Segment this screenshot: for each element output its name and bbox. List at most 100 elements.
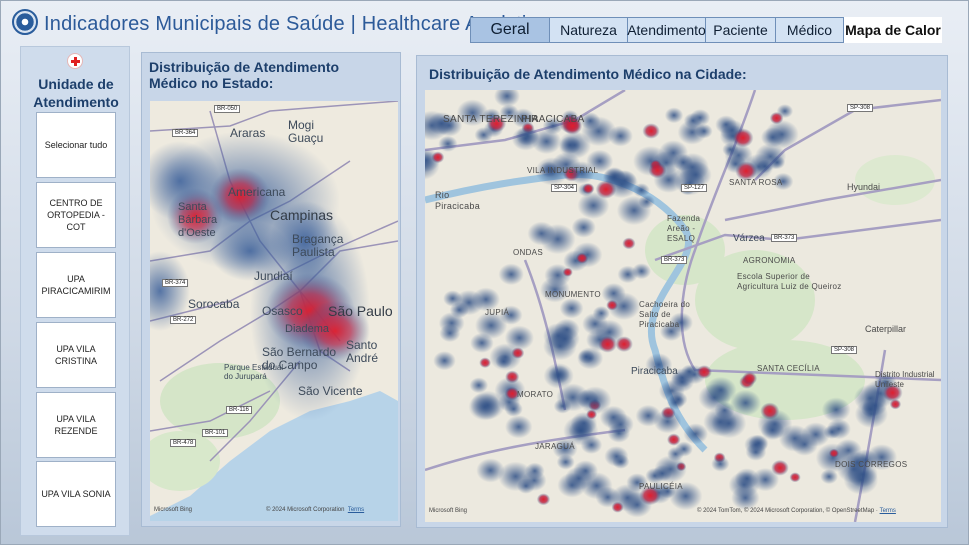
heat-blob [578,349,595,364]
heat-blob [616,195,652,226]
heat-hotspot [742,371,758,385]
heat-blob [652,465,673,482]
heat-hotspot [828,448,840,458]
heat-blob [801,422,831,447]
slicer-item-upa-piracicamirim[interactable]: UPA PIRACICAMIRIM [36,252,116,318]
heat-blob [592,306,610,321]
map-label: Araras [230,126,266,140]
heat-blob [443,290,463,307]
map-label: AGRONOMIA [743,256,796,265]
map-label: Parque Estadual do Jurupará [224,363,284,381]
heat-blob [653,409,682,434]
map-label: Bragança Paulista [292,232,344,259]
terms-link[interactable]: Terms [348,507,364,513]
heat-blob [498,263,524,286]
heat-hotspot [648,162,667,179]
tab-atendimento[interactable]: Atendimento [627,17,706,43]
heat-blob [438,312,465,335]
heat-blob [714,401,735,419]
heat-hotspot [771,459,789,476]
heat-blob [505,415,533,439]
heat-hotspot [760,402,780,420]
map-label: Santa Bárbara d'Oeste [178,201,218,239]
heat-hotspot [642,123,660,139]
slicer-item-cot[interactable]: CENTRO DE ORTOPEDIA - COT [36,182,116,248]
medical-cross-icon [67,53,83,69]
map-label: Campinas [270,207,334,223]
heat-blob [607,413,634,436]
heat-blob [612,454,630,469]
map-label: Escola Superior de Agricultura Luiz de Q… [737,272,842,291]
slicer-item-upa-vila-sonia[interactable]: UPA VILA SONIA [36,461,116,527]
state-map[interactable]: Araras Mogi Guaçu Americana Santa Bárbar… [150,101,398,521]
heat-blob [862,394,888,417]
heat-blob [578,386,612,415]
app-logo-icon [12,9,38,35]
heat-blob [669,391,688,408]
map-label: PAULICÉIA [639,482,683,491]
map-label: Jundiaí [254,269,293,283]
heat-hotspot [562,267,573,277]
map-label: Rio Piracicaba [435,190,481,211]
map-label: Várzea [733,233,765,244]
map-label: MONUMENTO [545,290,601,299]
map-label: Cachoeira do Salto de Piracicaba [639,300,691,329]
map-label: Osasco [262,304,303,318]
map-label: MORATO [517,390,554,399]
slicer-item-upa-vila-rezende[interactable]: UPA VILA REZENDE [36,392,116,458]
heat-blob [556,454,575,470]
heat-hotspot [511,347,525,359]
road-shield: BR-373 [771,234,798,242]
heat-blob [612,170,637,191]
heat-hotspot [889,399,902,410]
heat-hotspot [479,357,491,369]
road-shield: BR-101 [202,429,229,437]
map-label: DOIS CÓRREGOS [835,460,908,469]
heat-blob [664,107,684,124]
tab-geral[interactable]: Geral [470,17,550,43]
heat-blob [553,398,572,414]
map-label: SANTA CECÍLIA [757,364,820,373]
map-label: VILA INDUSTRIAL [527,166,599,175]
city-map-panel: Distribuição de Atendimento Médico na Ci… [416,55,948,528]
road-shield: BR-050 [214,105,241,113]
heat-hotspot [769,111,784,125]
road-shield: SP-308 [831,346,858,354]
heat-blob [559,298,584,319]
heat-blob [581,116,617,147]
map-label: Fazenda Areão - ESALQ [667,214,701,243]
heat-blob [760,127,785,148]
map-label: PIRACICABA [521,114,585,125]
slicer-title: Unidade de Atendimento [33,76,119,110]
heat-blob [559,136,581,155]
slicer-item-select-all[interactable]: Selecionar tudo [36,112,116,178]
heat-blob [731,485,760,510]
map-label: Santo André [346,338,379,365]
map-label: Sorocaba [188,297,240,311]
slicer-item-upa-vila-cristina[interactable]: UPA VILA CRISTINA [36,322,116,388]
road-shield: BR-374 [162,279,189,287]
heat-hotspot [536,493,551,506]
road-shield: BR-116 [226,406,252,414]
tab-medico[interactable]: Médico [776,17,844,43]
road-shield: BR-478 [170,439,197,447]
tab-paciente[interactable]: Paciente [706,17,776,43]
bing-logo: Microsoft Bing [154,507,193,513]
city-map-title: Distribuição de Atendimento Médico na Ci… [429,66,747,82]
terms-link[interactable]: Terms [880,508,896,514]
heat-blob [633,183,650,198]
heat-hotspot [667,433,681,446]
city-map[interactable]: SANTA TEREZINHA PIRACICABA VILA INDUSTRI… [425,90,941,522]
map-label: JUPIÁ [485,308,510,317]
heat-hotspot [696,365,712,379]
heat-blob [543,363,574,389]
heat-blob [516,478,536,494]
tab-mapa-de-calor[interactable]: Mapa de Calor [844,17,942,43]
heat-blob [711,456,730,472]
heat-hotspot [582,183,595,195]
unit-slicer-panel: Unidade de Atendimento Selecionar tudo C… [20,46,130,536]
tab-natureza[interactable]: Natureza [550,17,628,43]
road-shield: SP-127 [681,184,708,192]
bing-logo: Microsoft Bing [429,508,468,514]
map-label: São Vicente [298,384,363,398]
